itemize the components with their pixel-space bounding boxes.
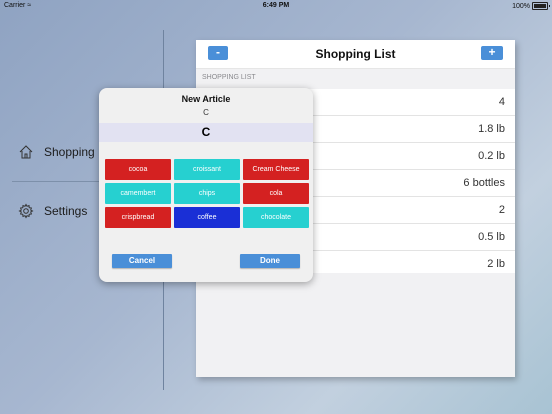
suggestion-chip[interactable]: croissant	[174, 159, 240, 180]
battery-status: 100%	[512, 2, 550, 10]
suggestion-chip[interactable]: coffee	[174, 207, 240, 228]
section-header: SHOPPING LIST	[196, 69, 515, 89]
item-quantity: 4	[498, 96, 505, 108]
battery-percent: 100%	[512, 2, 530, 10]
status-time: 6:49 PM	[262, 2, 290, 9]
suggestion-chip[interactable]: cola	[243, 183, 309, 204]
battery-icon	[532, 2, 550, 10]
list-header: - Shopping List +	[196, 40, 515, 69]
item-quantity: 6 bottles	[463, 177, 505, 189]
status-bar: Carrier ≈ 6:49 PM 100%	[0, 0, 552, 12]
new-article-dialog: New Article C C cocoa croissant Cream Ch…	[99, 88, 313, 282]
done-button[interactable]: Done	[240, 254, 300, 268]
remove-button[interactable]: -	[208, 46, 228, 60]
suggestion-chip[interactable]: crispbread	[105, 207, 171, 228]
item-quantity: 1.8 lb	[478, 123, 505, 135]
add-button[interactable]: +	[481, 46, 503, 60]
suggestion-chip[interactable]: camembert	[105, 183, 171, 204]
suggestion-chip[interactable]: chips	[174, 183, 240, 204]
suggestion-chip[interactable]: chocolate	[243, 207, 309, 228]
suggestion-grid: cocoa croissant Cream Cheese camembert c…	[105, 159, 311, 228]
home-icon	[19, 145, 33, 159]
gear-icon	[18, 203, 34, 219]
sidebar-item-settings[interactable]: Settings	[18, 203, 87, 219]
list-empty-area	[196, 273, 515, 377]
item-quantity: 2	[498, 204, 505, 216]
sidebar-item-shopping[interactable]: Shopping	[18, 144, 95, 160]
suggestion-chip[interactable]: Cream Cheese	[243, 159, 309, 180]
sidebar-item-label: Shopping	[44, 145, 95, 159]
item-quantity: 0.2 lb	[478, 150, 505, 162]
cancel-button[interactable]: Cancel	[112, 254, 172, 268]
item-quantity: 2 lb	[487, 258, 505, 270]
dialog-title: New Article	[181, 94, 231, 104]
dialog-subtitle: C	[203, 108, 209, 117]
suggestion-chip[interactable]: cocoa	[105, 159, 171, 180]
item-quantity: 0.5 lb	[478, 231, 505, 243]
page-title: Shopping List	[315, 47, 396, 61]
sidebar-item-label: Settings	[44, 204, 88, 218]
article-input[interactable]: C	[99, 123, 313, 142]
